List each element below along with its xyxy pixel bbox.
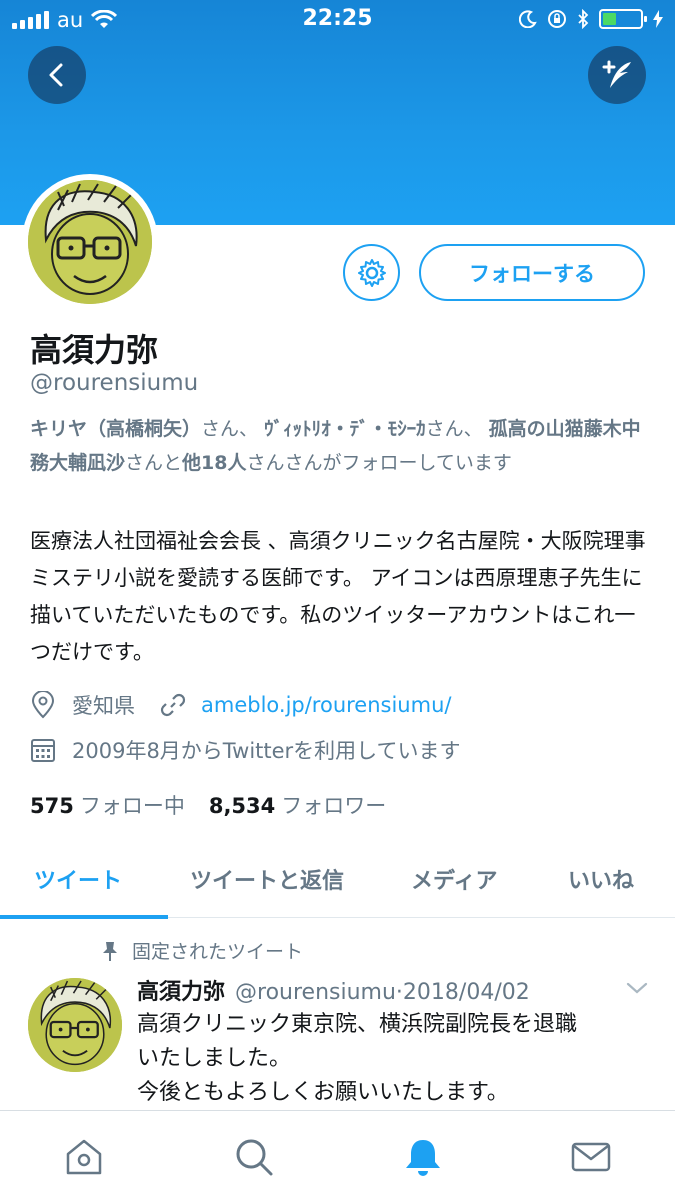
profile-bio: 医療法人社団福祉会会長 、高須クリニック名古屋院・大阪院理事 ミステリ小説を愛読… (30, 529, 646, 664)
tweet-avatar[interactable] (28, 978, 122, 1072)
followed-by-user-1[interactable]: キリヤ（高橋桐矢） (30, 418, 201, 440)
tab-media[interactable]: メディア (411, 863, 497, 895)
followed-by-separator: さんと (125, 452, 183, 474)
tweet-text: 高須クリニック東京院、横浜院副院長を退職 いたしました。 今後ともよろしくお願い… (137, 1008, 657, 1110)
followed-by-separator: さん、 (201, 418, 259, 440)
chevron-down-icon (626, 982, 648, 994)
tweet-line: いたしました。 (137, 1046, 292, 1071)
profile-location: 愛知県 (72, 694, 135, 718)
battery-icon (599, 9, 647, 29)
profile-website-link[interactable]: ameblo.jp/rourensiumu/ (201, 693, 451, 717)
tweet-author-handle[interactable]: @rourensiumu·2018/04/02 (235, 980, 530, 1005)
notifications-icon (406, 1140, 440, 1176)
profile-name: 高須力弥 (30, 331, 159, 369)
nav-messages[interactable] (569, 1135, 613, 1179)
pin-icon (103, 941, 117, 961)
gear-icon (357, 258, 386, 287)
profile-tabs: ツイート ツイートと返信 メディア いいね (0, 845, 675, 919)
bottom-tab-bar (0, 1110, 675, 1200)
pinned-tweet-text: 固定されたツイート (132, 941, 304, 963)
nav-search[interactable] (232, 1135, 276, 1179)
profile-avatar[interactable] (22, 174, 158, 310)
location-pin-icon (31, 691, 55, 719)
pinned-tweet-label: 固定されたツイート (100, 937, 303, 964)
nav-home[interactable] (62, 1135, 106, 1179)
followed-by-others[interactable]: 他18人 (182, 452, 246, 474)
followed-by-summary[interactable]: キリヤ（高橋桐矢）さん、 ｳﾞｨｯﾄﾘｵ・ﾃﾞ・ﾓｼｰｶさん、 孤高の山猫藤木中… (30, 412, 650, 480)
tab-tweets-and-replies[interactable]: ツイートと返信 (190, 863, 344, 895)
compose-tweet-button[interactable] (588, 46, 646, 104)
followed-by-suffix: さんさんがフォローしています (246, 452, 512, 474)
followed-by-user-2[interactable]: ｳﾞｨｯﾄﾘｵ・ﾃﾞ・ﾓｼｰｶ (264, 418, 426, 440)
tweet-author-name[interactable]: 高須力弥 (137, 974, 225, 1006)
back-button[interactable] (28, 46, 86, 104)
profile-joined-row: 2009年8月からTwitterを利用しています (30, 735, 461, 765)
following-count[interactable]: 575 (30, 794, 74, 818)
rotation-lock-icon (548, 10, 566, 28)
status-bar: au 22:25 (0, 0, 675, 40)
calendar-icon (31, 739, 55, 762)
messages-icon (571, 1142, 611, 1172)
home-icon (66, 1139, 102, 1175)
active-tab-indicator (0, 915, 168, 919)
compose-feather-icon (602, 60, 631, 88)
avatar-image (28, 180, 152, 304)
chevron-left-icon (49, 63, 63, 87)
follow-button[interactable]: フォローする (419, 244, 645, 301)
tweet-header: 高須力弥 @rourensiumu·2018/04/02 (137, 974, 530, 1006)
charging-icon (653, 10, 663, 28)
status-right (519, 9, 663, 29)
tweet-line: 高須クリニック東京院、横浜院副院長を退職 (137, 1012, 578, 1037)
profile-counts: 575 フォロー中 8,534 フォロワー (30, 790, 386, 820)
tweet-line: 今後ともよろしくお願いいたします。 (137, 1080, 509, 1105)
search-icon (236, 1139, 273, 1176)
tab-tweets[interactable]: ツイート (34, 863, 122, 895)
link-icon (160, 693, 186, 717)
followers-count[interactable]: 8,534 (209, 794, 275, 818)
profile-handle: @rourensiumu (30, 370, 199, 396)
followers-label[interactable]: フォロワー (281, 790, 386, 820)
settings-button[interactable] (343, 244, 400, 301)
followed-by-separator: さん、 (425, 418, 483, 440)
nav-notifications[interactable] (401, 1135, 445, 1179)
following-label[interactable]: フォロー中 (80, 790, 185, 820)
tab-likes[interactable]: いいね (568, 863, 634, 895)
moon-icon (519, 10, 537, 28)
tweet-menu-button[interactable] (626, 980, 648, 999)
profile-joined-date: 2009年8月からTwitterを利用しています (72, 739, 461, 763)
bluetooth-icon (578, 9, 589, 29)
profile-location-row: 愛知県 ameblo.jp/rourensiumu/ (30, 690, 451, 720)
